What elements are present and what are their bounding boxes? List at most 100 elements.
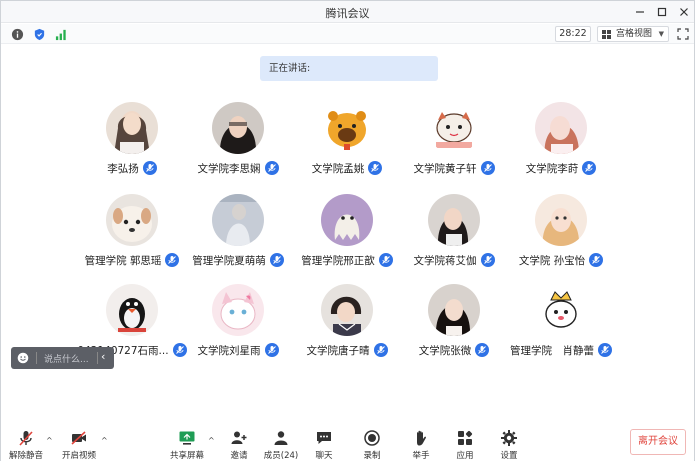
avatar	[428, 194, 480, 246]
share-options-chevron-icon[interactable]: ^	[208, 436, 215, 445]
participant-tile[interactable]: 管理学院 肖静蕾	[491, 284, 631, 364]
apps-icon	[458, 430, 473, 445]
maximize-button[interactable]	[651, 3, 673, 21]
hand-icon	[417, 430, 426, 446]
chat-placeholder: 说点什么...	[44, 355, 89, 365]
network-status-button[interactable]	[54, 27, 68, 41]
window-title: 腾讯会议	[325, 7, 370, 20]
avatar	[321, 102, 373, 154]
participant-name: 文学院蒋艾伽	[413, 254, 477, 267]
emoji-icon[interactable]	[17, 352, 29, 364]
meeting-info-button[interactable]	[10, 27, 24, 41]
add-user-icon	[231, 431, 247, 444]
raise-hand-button[interactable]: 举手	[400, 429, 442, 461]
participant-name: 管理学院邢正歆	[301, 254, 375, 267]
avatar	[212, 194, 264, 246]
participant-name: 管理学院 郭思瑶	[84, 254, 162, 267]
unmute-button[interactable]: 解除静音	[5, 429, 47, 461]
avatar	[321, 284, 373, 336]
video-options-chevron-icon[interactable]: ^	[101, 436, 108, 445]
mic-muted-icon	[582, 161, 597, 175]
raise-hand-label: 举手	[412, 451, 430, 461]
mic-muted-icon	[368, 161, 383, 175]
unmute-label: 解除静音	[8, 451, 43, 461]
view-mode-dropdown[interactable]: 宫格视图 ▼	[597, 26, 669, 42]
participant-name: 文学院李思娴	[197, 162, 261, 175]
maximize-icon	[657, 7, 667, 17]
grid-icon	[602, 30, 611, 39]
participant-name: 文学院李莳	[525, 162, 579, 175]
participant-name: 文学院黄子轩	[413, 162, 477, 175]
chat-quick-input[interactable]: 说点什么... ‹	[11, 347, 114, 369]
view-mode-label: 宫格视图	[616, 29, 653, 39]
avatar	[535, 284, 587, 336]
fullscreen-icon[interactable]	[677, 28, 689, 40]
share-screen-label: 共享屏幕	[169, 451, 204, 461]
avatar	[212, 284, 264, 336]
avatar	[535, 102, 587, 154]
participant-name: 文学院唐子晴	[306, 344, 370, 357]
apps-label: 应用	[456, 451, 474, 461]
avatar	[428, 102, 480, 154]
mic-muted-icon	[475, 343, 490, 357]
minimize-icon	[636, 11, 644, 13]
start-video-label: 开启视频	[61, 451, 96, 461]
avatar	[106, 284, 158, 336]
signal-icon	[55, 29, 66, 40]
members-button[interactable]: 成员(24)	[260, 429, 302, 461]
chevron-down-icon: ▼	[658, 30, 664, 38]
members-label: 成员(24)	[263, 451, 299, 461]
participant-name: 文学院孟姚	[311, 162, 365, 175]
minimize-button[interactable]	[629, 3, 651, 21]
settings-button[interactable]: 设置	[488, 429, 530, 461]
participant-tile[interactable]: 文学院李莳	[491, 102, 631, 182]
record-icon	[364, 430, 380, 446]
settings-label: 设置	[500, 451, 518, 461]
participant-name: 文学院 孙宝怡	[518, 254, 586, 267]
camera-off-icon	[71, 431, 86, 445]
chat-button[interactable]: 聊天	[303, 429, 345, 461]
shield-icon	[34, 28, 44, 40]
divider	[36, 352, 37, 364]
avatar	[212, 102, 264, 154]
start-video-button[interactable]: 开启视频	[58, 429, 100, 461]
close-button[interactable]	[673, 3, 695, 21]
apps-button[interactable]: 应用	[444, 429, 486, 461]
security-button[interactable]	[32, 27, 46, 41]
speaking-indicator: 正在讲话:	[260, 56, 438, 81]
mic-off-icon	[19, 431, 33, 446]
meeting-window: 腾讯会议 28:22 宫格视图 ▼ 正在讲话: 李弘扬 文学院李思娴 文学院孟姚…	[0, 0, 695, 461]
record-button[interactable]: 录制	[351, 429, 393, 461]
participant-name: 管理学院夏萌萌	[192, 254, 266, 267]
title-bar: 腾讯会议	[1, 1, 694, 23]
mic-muted-icon	[598, 343, 612, 357]
invite-button[interactable]: 邀请	[218, 429, 260, 461]
divider	[97, 352, 98, 364]
meeting-timer: 28:22	[555, 26, 591, 42]
avatar	[535, 194, 587, 246]
participant-name: 文学院刘星雨	[197, 344, 261, 357]
audio-options-chevron-icon[interactable]: ^	[46, 436, 53, 445]
leave-meeting-button[interactable]: 离开会议	[630, 429, 686, 455]
chat-label: 聊天	[315, 451, 333, 461]
gear-icon	[501, 430, 517, 446]
close-icon	[680, 8, 688, 16]
invite-label: 邀请	[230, 451, 248, 461]
chevron-left-icon[interactable]: ‹	[101, 350, 105, 363]
meeting-toolbar: 解除静音 ^ 开启视频 ^ 共享屏幕 ^ 邀请 成员(24) 聊天 录制 举手 …	[1, 421, 694, 461]
share-screen-button[interactable]: 共享屏幕	[166, 429, 208, 461]
avatar	[106, 102, 158, 154]
meeting-info-bar: 28:22 宫格视图 ▼	[1, 24, 694, 44]
participant-tile[interactable]: 文学院 孙宝怡	[491, 194, 631, 274]
participant-name: 文学院张微	[418, 344, 472, 357]
avatar	[321, 194, 373, 246]
avatar	[428, 284, 480, 336]
mic-muted-icon	[589, 253, 604, 267]
record-label: 录制	[363, 451, 381, 461]
participant-name: 管理学院 肖静蕾	[510, 344, 594, 357]
mic-muted-icon	[142, 161, 157, 175]
info-icon	[11, 28, 23, 40]
chat-icon	[317, 432, 331, 444]
share-screen-icon	[179, 431, 195, 445]
members-icon	[274, 431, 288, 445]
